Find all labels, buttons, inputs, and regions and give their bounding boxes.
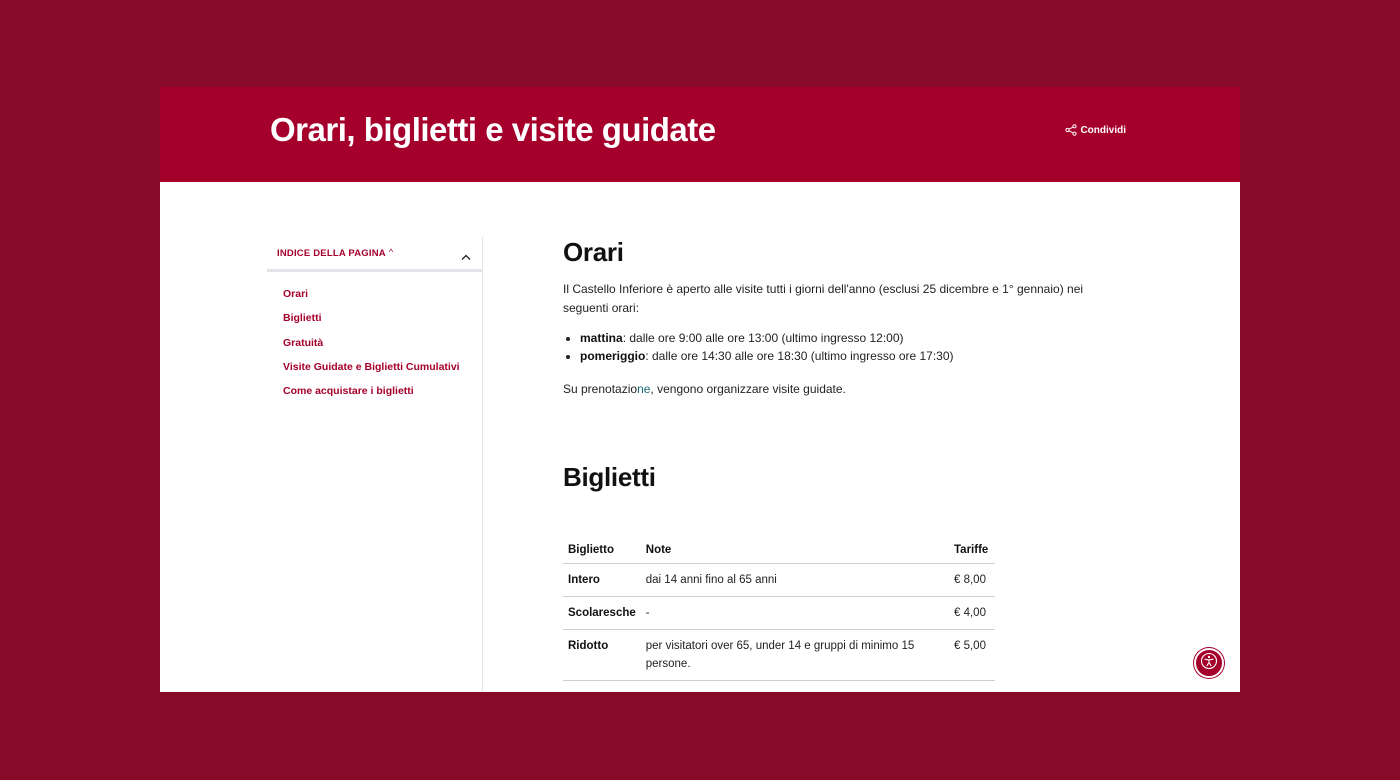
ticket-price: € 8,00 [949, 563, 995, 597]
ticket-name: Scolaresche [563, 596, 641, 630]
page-frame: Orari, biglietti e visite guidate Condiv… [160, 87, 1240, 692]
ticket-note: per visitatori over 65, under 14 e grupp… [640, 629, 949, 681]
hours-list: mattina: dalle ore 9:00 alle ore 13:00 (… [563, 329, 1133, 365]
hours-item-morning: mattina: dalle ore 9:00 alle ore 13:00 (… [580, 329, 1133, 347]
booking-note-text: Su prenotazio [563, 382, 638, 396]
column-header: Tariffe [949, 537, 995, 564]
hours-label: mattina [580, 331, 623, 345]
page-index: INDICE DELLA PAGINA ^ Orari Biglietti Gr… [267, 237, 483, 403]
table-row: Scolaresche - € 4,00 [563, 596, 995, 630]
table-row: Ridotto per visitatori over 65, under 14… [563, 629, 995, 681]
hours-label: pomeriggio [580, 349, 646, 363]
ticket-note: - [640, 596, 949, 630]
index-link-visite-guidate[interactable]: Visite Guidate e Biglietti Cumulativi [283, 355, 483, 379]
column-header: Note [640, 537, 949, 564]
orari-intro: Il Castello Inferiore è aperto alle visi… [563, 282, 1084, 315]
share-button[interactable]: Condividi [1065, 124, 1126, 136]
share-icon [1065, 124, 1078, 136]
tickets-table: Biglietto Note Tariffe Intero dai 14 ann… [563, 537, 995, 681]
share-label: Condividi [1080, 124, 1126, 136]
column-header: Biglietto [563, 537, 641, 564]
index-link-biglietti[interactable]: Biglietti [283, 306, 483, 330]
orari-heading: Orari [563, 237, 624, 267]
ticket-note: dai 14 anni fino al 65 anni [640, 563, 949, 597]
index-link-gratuita[interactable]: Gratuità [283, 331, 483, 355]
caret-up-icon: ^ [388, 247, 394, 257]
biglietti-heading: Biglietti [563, 462, 656, 492]
accessibility-icon [1200, 652, 1218, 675]
booking-note-text-end: , vengono organizzare visite guidate. [650, 382, 846, 396]
page-title: Orari, biglietti e visite guidate [270, 111, 716, 148]
hours-item-afternoon: pomeriggio: dalle ore 14:30 alle ore 18:… [580, 347, 1133, 365]
ticket-price: € 4,00 [949, 596, 995, 630]
hours-text: : dalle ore 14:30 alle ore 18:30 (ultimo… [645, 349, 954, 363]
index-link-come-acquistare[interactable]: Come acquistare i biglietti [283, 379, 483, 403]
ticket-name: Intero [563, 563, 641, 597]
page-index-list: Orari Biglietti Gratuità Visite Guidate … [267, 272, 483, 403]
index-link-orari[interactable]: Orari [283, 282, 483, 306]
table-header-row: Biglietto Note Tariffe [563, 537, 995, 564]
page-hero: Orari, biglietti e visite guidate Condiv… [160, 87, 1240, 182]
booking-link[interactable]: ne [637, 382, 650, 396]
chevron-up-icon [461, 248, 471, 266]
booking-note: Su prenotazione, vengono organizzare vis… [563, 382, 1133, 396]
ticket-name: Ridotto [563, 629, 641, 681]
page-index-title: INDICE DELLA PAGINA [277, 247, 386, 259]
ticket-price: € 5,00 [949, 629, 995, 681]
page-index-toggle[interactable]: INDICE DELLA PAGINA ^ [267, 237, 483, 272]
accessibility-button[interactable] [1194, 648, 1224, 678]
main-content: Orari Il Castello Inferiore è aperto all… [563, 237, 1133, 492]
hours-text: : dalle ore 9:00 alle ore 13:00 (ultimo … [622, 331, 904, 345]
table-row: Intero dai 14 anni fino al 65 anni € 8,0… [563, 563, 995, 597]
